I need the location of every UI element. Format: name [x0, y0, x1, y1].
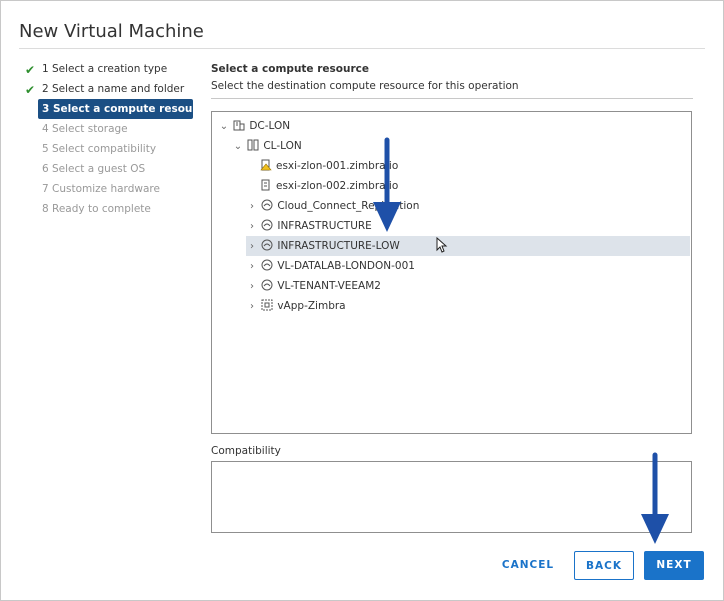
tree-node-label: INFRASTRUCTURE: [277, 220, 372, 232]
step-label: 3 Select a compute resource: [42, 103, 211, 115]
tree-node-resource-pool[interactable]: › INFRASTRUCTURE: [246, 216, 372, 236]
compute-resource-tree[interactable]: ⌄ DC-LON ⌄ CL-LON esxi-zlon-001.zimbra.i…: [211, 111, 692, 434]
tree-node-label: INFRASTRUCTURE-LOW: [277, 240, 400, 252]
chevron-down-icon[interactable]: ⌄: [218, 117, 230, 137]
host-warning-icon: [260, 159, 272, 171]
step-label: 4 Select storage: [42, 123, 128, 135]
resource-pool-icon: [261, 219, 273, 231]
next-button[interactable]: NEXT: [644, 551, 704, 580]
cancel-button[interactable]: CANCEL: [498, 551, 558, 580]
tree-node-cluster[interactable]: ⌄ CL-LON: [232, 136, 302, 156]
chevron-right-icon[interactable]: ›: [246, 297, 258, 317]
tree-node-vapp[interactable]: › vApp-Zimbra: [246, 296, 346, 316]
step-label: 5 Select compatibility: [42, 143, 157, 155]
chevron-right-icon[interactable]: ›: [246, 217, 258, 237]
datacenter-icon: [233, 120, 245, 131]
tree-node-label: VL-DATALAB-LONDON-001: [277, 260, 415, 272]
host-icon: [261, 179, 270, 191]
chevron-right-icon[interactable]: ›: [246, 257, 258, 277]
resource-pool-icon: [261, 199, 273, 211]
step-label: 2 Select a name and folder: [42, 83, 185, 95]
chevron-right-icon[interactable]: ›: [246, 277, 258, 297]
step-label: 7 Customize hardware: [42, 183, 160, 195]
step-label: 6 Select a guest OS: [42, 163, 146, 175]
new-vm-dialog: New Virtual Machine ✔ 1 Select a creatio…: [0, 0, 724, 601]
step-8: 8 Ready to complete: [23, 199, 198, 219]
step-7: 7 Customize hardware: [23, 179, 198, 199]
step-label: 1 Select a creation type: [42, 63, 168, 75]
checkmark-icon: ✔: [25, 63, 36, 77]
tree-node-resource-pool[interactable]: › Cloud_Connect_Replication: [246, 196, 419, 216]
tree-node-label: Cloud_Connect_Replication: [277, 200, 420, 212]
step-2[interactable]: ✔ 2 Select a name and folder: [23, 79, 198, 99]
step-4: 4 Select storage: [23, 119, 198, 139]
tree-node-datacenter[interactable]: ⌄ DC-LON: [218, 116, 290, 136]
vapp-icon: [261, 299, 273, 311]
cluster-icon: [247, 139, 259, 151]
chevron-right-icon[interactable]: ›: [246, 237, 258, 257]
back-button[interactable]: BACK: [574, 551, 634, 580]
section-subtitle: Select the destination compute resource …: [211, 80, 519, 92]
checkmark-icon: ✔: [25, 83, 36, 97]
step-label: 8 Ready to complete: [42, 203, 151, 215]
content-header: Select a compute resource Select the des…: [211, 63, 693, 99]
step-3[interactable]: 3 Select a compute resource: [38, 99, 211, 119]
resource-pool-icon: [261, 279, 273, 291]
tree-node-resource-pool[interactable]: › VL-TENANT-VEEAM2: [246, 276, 381, 296]
tree-node-label: vApp-Zimbra: [277, 300, 346, 312]
compatibility-label: Compatibility: [211, 445, 281, 457]
chevron-down-icon[interactable]: ⌄: [232, 137, 244, 157]
chevron-right-icon[interactable]: ›: [246, 197, 258, 217]
section-divider: [211, 98, 693, 99]
wizard-steps: ✔ 1 Select a creation type ✔ 2 Select a …: [23, 59, 211, 219]
tree-node-label: esxi-zlon-002.zimbra.io: [276, 180, 399, 192]
tree-node-resource-pool[interactable]: › VL-DATALAB-LONDON-001: [246, 256, 415, 276]
resource-pool-icon: [261, 259, 273, 271]
mouse-cursor-icon: [436, 237, 448, 253]
step-5: 5 Select compatibility: [23, 139, 198, 159]
tree-node-label: CL-LON: [263, 140, 302, 152]
tree-node-label: DC-LON: [249, 120, 291, 132]
resource-pool-icon: [261, 239, 273, 251]
dialog-title: New Virtual Machine: [19, 21, 204, 42]
section-title: Select a compute resource: [211, 63, 369, 75]
step-1[interactable]: ✔ 1 Select a creation type: [23, 59, 198, 79]
title-divider: [19, 48, 705, 49]
tree-node-resource-pool-selected[interactable]: › INFRASTRUCTURE-LOW: [246, 236, 690, 256]
step-6: 6 Select a guest OS: [23, 159, 198, 179]
tree-node-label: VL-TENANT-VEEAM2: [277, 280, 381, 292]
tree-node-label: esxi-zlon-001.zimbra.io: [276, 160, 399, 172]
compatibility-panel: [211, 461, 692, 533]
tree-node-host[interactable]: esxi-zlon-002.zimbra.io: [260, 176, 398, 196]
tree-node-host[interactable]: esxi-zlon-001.zimbra.io: [260, 156, 398, 176]
